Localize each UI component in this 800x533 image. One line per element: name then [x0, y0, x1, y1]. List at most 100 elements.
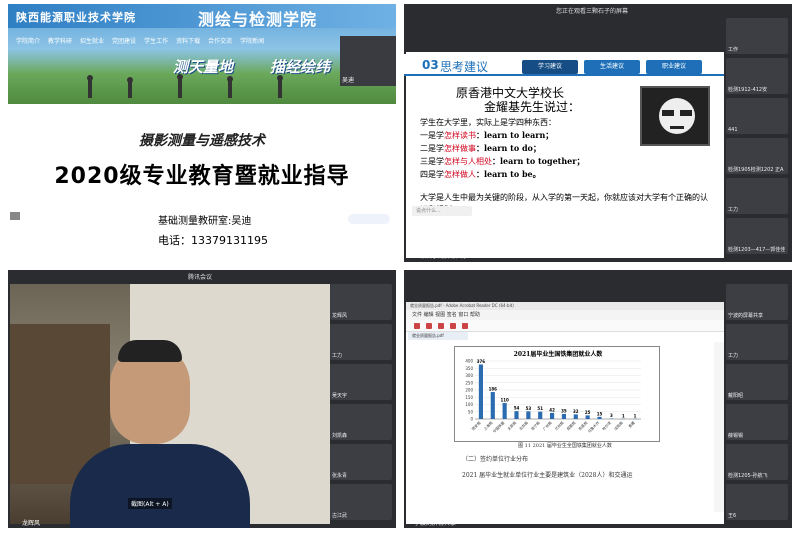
item-prefix: 三是学	[420, 157, 444, 166]
tab-life[interactable]: 生活建议	[584, 60, 640, 74]
participant-name: 王6	[728, 513, 737, 519]
nav-item[interactable]: 学生工作	[144, 36, 168, 48]
participant-tile[interactable]: 441	[726, 98, 788, 134]
participant-tile[interactable]: 古江武	[330, 484, 392, 520]
meeting-video-panel: 腾讯会议 截图(Alt + A) 龙辉风 龙辉风 工力 吴天宇 刘凯森 张永青 …	[8, 270, 396, 528]
item-suffix: ：learn to learn；	[476, 130, 554, 140]
participant-tile[interactable]: 戴阳昭	[726, 364, 788, 400]
participant-name: 龙辉风	[332, 313, 348, 319]
category-label: 上海局	[482, 420, 493, 431]
nav-item[interactable]: 党团建设	[112, 36, 136, 48]
pdf-viewer: 就业质量报告.pdf - Adobe Acrobat Reader DC (64…	[406, 302, 724, 524]
participant-tile[interactable]: 工力	[726, 178, 788, 214]
chart-bar	[585, 415, 590, 419]
category-label: 北京局	[518, 420, 529, 431]
participant-tile[interactable]: 工作	[726, 18, 788, 54]
item-prefix: 四是学	[420, 170, 444, 179]
camera-name: 吴迪	[342, 77, 355, 84]
participant-name: 检测1905检测1202 正A	[728, 167, 784, 173]
chart-bar	[549, 412, 555, 419]
chart-bar	[526, 411, 531, 419]
tool-icon[interactable]	[438, 323, 444, 329]
chat-input[interactable]: 说点什么...	[412, 206, 472, 216]
y-tick-label: 400	[465, 359, 473, 364]
y-tick-label: 50	[468, 409, 474, 414]
participant-tile[interactable]: 宁波的屏幕共享	[726, 284, 788, 320]
participant-tile[interactable]: 检测1912-412安	[726, 58, 788, 94]
nav-item[interactable]: 教学科研	[48, 36, 72, 48]
chart-bar	[573, 414, 578, 419]
speaker-camera[interactable]: 吴迪	[340, 36, 396, 86]
category-label: 中国铁建	[492, 420, 506, 434]
y-tick-label: 300	[465, 373, 473, 378]
participant-tile[interactable]: 检测1203—417—郭佳佳	[726, 218, 788, 254]
participant-tile[interactable]: 检测1905检测1202 正A	[726, 138, 788, 174]
participant-tile[interactable]: 王6	[726, 484, 788, 520]
tool-icon[interactable]	[462, 323, 468, 329]
portrait-image	[640, 86, 710, 146]
item-prefix: 二是学	[420, 144, 444, 153]
participant-tile[interactable]: 薛锡锡	[726, 404, 788, 440]
item-highlight: 怎样做人	[444, 170, 476, 179]
participant-sidebar: 宁波的屏幕共享 工力 戴阳昭 薛锡锡 检测1205-孙航飞 王6	[726, 272, 792, 528]
window-title: 腾讯会议	[188, 274, 213, 281]
portrait-sketch	[659, 98, 695, 134]
chart-bar	[561, 413, 567, 419]
tab-career[interactable]: 职业建议	[646, 60, 702, 74]
nav-item[interactable]: 招生就业	[80, 36, 104, 48]
nav-item[interactable]: 学院新闻	[240, 36, 264, 48]
meeting-share-panel-advice: 您正在观看三颗石子的屏幕 03 思考建议 学习建议 生活建议 职业建议 原香港中…	[404, 4, 792, 262]
nav-item[interactable]: 合作交流	[208, 36, 232, 48]
participant-name: 刘凯森	[332, 433, 348, 439]
speaker-hair	[118, 340, 182, 362]
nav-item[interactable]: 资料下载	[176, 36, 200, 48]
quote-author: 金耀基先生说过：	[484, 100, 581, 114]
category-label: 南昌局	[577, 420, 588, 431]
participant-name: 检测1203—417—郭佳佳	[728, 247, 786, 253]
menu-bar[interactable]: 文件 编辑 视图 签名 窗口 帮助	[406, 310, 724, 320]
participant-name: 宁波的屏幕共享	[728, 313, 764, 319]
category-label: 成都局	[565, 420, 576, 431]
doc-tab[interactable]: 就业质量报告.pdf	[408, 332, 468, 340]
participant-name: 工力	[728, 353, 739, 359]
speaker-name: 龙辉风	[22, 520, 41, 527]
quote-body: 学生在大学里，实际上是学四种东西： 一是学怎样读书：learn to learn…	[420, 116, 650, 181]
item-suffix: ：learn to together；	[492, 156, 585, 166]
data-label: 32	[573, 409, 579, 414]
chart-labels: 376西安局186上海局110中国铁建54太原局53北京局51南宁局42广州局3…	[470, 359, 636, 434]
participant-name: 检测1205-孙航飞	[728, 473, 768, 479]
tool-icon[interactable]	[450, 323, 456, 329]
participant-name: 检测1912-412安	[728, 87, 768, 93]
slide-title: 2020级专业教育暨就业指导	[54, 164, 350, 189]
category-label: 广州局	[542, 420, 553, 431]
item-highlight: 怎样读书	[444, 131, 476, 140]
participant-tile[interactable]: 张永青	[330, 444, 392, 480]
nav-item[interactable]: 学院简介	[16, 36, 40, 48]
participant-name: 441	[728, 127, 738, 133]
window-titlebar: 您正在观看三颗石子的屏幕	[404, 4, 792, 16]
paragraph: 2021 届毕业生就业单位行业主要是建筑业（2028人）和交通运	[462, 472, 633, 479]
item-suffix: ：learn to do；	[476, 143, 541, 153]
tool-icon[interactable]	[414, 323, 420, 329]
participant-tile[interactable]: 工力	[726, 324, 788, 360]
participant-tile[interactable]: 龙辉风	[330, 284, 392, 320]
y-tick-label: 200	[465, 388, 473, 393]
participant-tile[interactable]: 工力	[330, 324, 392, 360]
participant-tile[interactable]: 吴天宇	[330, 364, 392, 400]
tab-study[interactable]: 学习建议	[522, 60, 578, 74]
window-titlebar: 腾讯会议	[8, 270, 396, 282]
speaker-body	[70, 444, 250, 528]
tool-icon[interactable]	[426, 323, 432, 329]
data-label: 53	[526, 406, 532, 411]
slide-heading: 思考建议	[440, 60, 489, 74]
speaker-video[interactable]: 截图(Alt + A)	[10, 284, 330, 528]
section-heading: （二）签约单位行业分布	[462, 456, 529, 463]
participant-tile[interactable]: 刘凯森	[330, 404, 392, 440]
tools-pane[interactable]	[714, 342, 724, 512]
presenter-dept: 基础测量教研室:吴迪	[158, 216, 252, 227]
chart-bar	[502, 403, 507, 419]
category-label: 乌鲁木齐	[587, 420, 601, 434]
participant-tile[interactable]: 检测1205-孙航飞	[726, 444, 788, 480]
participant-name: 吴天宇	[332, 393, 348, 399]
input-toolbar[interactable]	[348, 214, 390, 224]
